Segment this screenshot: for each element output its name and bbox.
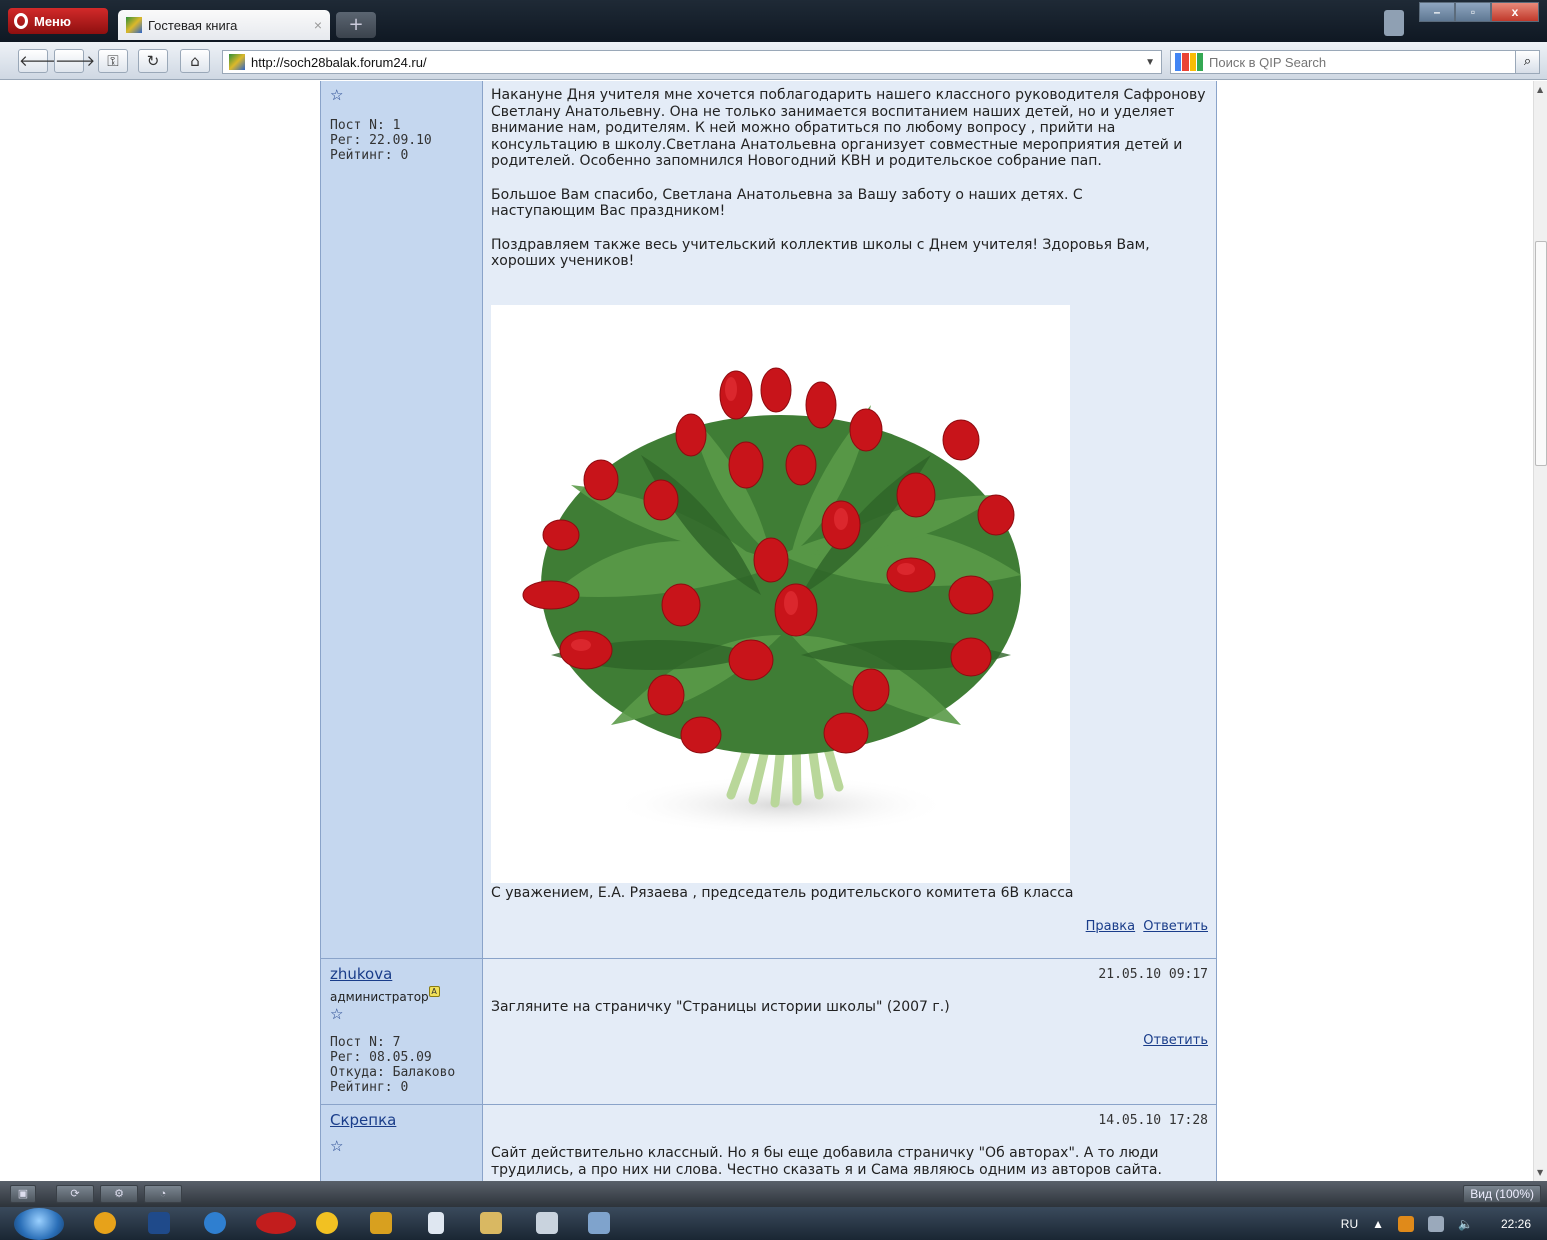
guestbook-post: ☆ Пост N: 1 Рег: 22.09.10 Рейтинг: 0 Нак… [321, 81, 1216, 959]
window-controls: – ▫ x [1419, 2, 1539, 22]
close-window-button[interactable]: x [1491, 2, 1539, 22]
minimize-button[interactable]: – [1419, 2, 1455, 22]
network-icon[interactable] [1428, 1215, 1445, 1232]
post-paragraph: Накануне Дня учителя мне хочется поблаго… [491, 87, 1206, 169]
system-tray: RU ▲ 🔈 22:26 [1341, 1207, 1537, 1240]
author-link[interactable]: Скрепка [330, 1111, 396, 1129]
reply-link[interactable]: Ответить [1143, 919, 1208, 934]
post-number: Пост N: 1 [330, 118, 401, 133]
turbo-icon[interactable]: ◔ [144, 1185, 182, 1203]
internet-explorer-icon[interactable] [204, 1212, 226, 1234]
guestbook-post: zhukova администратор A ☆ Пост N: 7 Рег: … [321, 959, 1216, 1105]
registration-date: Рег: 08.05.09 [330, 1050, 432, 1065]
post-actions: Правка Ответить [1082, 919, 1208, 934]
author-location: Откуда: Балаково [330, 1065, 456, 1080]
search-icon[interactable]: ⌕ [1515, 51, 1539, 73]
media-icon[interactable] [370, 1212, 392, 1234]
tab-title: Гостевая книга [148, 17, 238, 33]
author-link[interactable]: zhukova [330, 965, 392, 983]
notepad-icon[interactable] [428, 1212, 444, 1234]
post-text: Сайт действительно классный. Но я бы еще… [491, 1145, 1162, 1178]
search-box: ⌕ [1170, 50, 1540, 74]
chrome-icon[interactable] [316, 1212, 338, 1234]
vertical-scrollbar[interactable]: ▲ ▼ [1533, 81, 1547, 1181]
home-icon[interactable]: ⌂ [180, 49, 210, 73]
site-favicon-icon [229, 54, 245, 70]
post-text: Загляните на страничку "Страницы истории… [491, 999, 950, 1015]
back-icon[interactable]: 🡐 [18, 49, 59, 73]
edit-link[interactable]: Правка [1086, 919, 1135, 934]
author-role: администратор [330, 990, 429, 1004]
tray-expand-icon[interactable]: ▲ [1372, 1217, 1384, 1231]
unite-icon[interactable]: ⚙ [100, 1185, 138, 1203]
rating: Рейтинг: 0 [330, 148, 409, 163]
post-body: 21.05.10 09:17 Загляните на страничку "С… [483, 959, 1216, 1104]
browser-statusbar: ▣ ⟳ ⚙ ◔ Вид (100%) [0, 1181, 1547, 1207]
registration-date: Рег: 22.09.10 [330, 133, 432, 148]
app-icon[interactable] [536, 1212, 558, 1234]
post-paragraph: Поздравляем также весь учительский колле… [491, 236, 1150, 270]
opera-menu-button[interactable]: Меню [8, 8, 108, 34]
windows-taskbar: RU ▲ 🔈 22:26 [0, 1207, 1547, 1240]
scrollbar-thumb[interactable] [1535, 241, 1547, 466]
language-indicator[interactable]: RU [1341, 1217, 1358, 1231]
forward-icon[interactable]: 🡒 [54, 49, 95, 73]
rank-star-icon: ☆ [330, 1137, 344, 1155]
address-bar[interactable]: http://soch28balak.forum24.ru/ ▼ [222, 50, 1162, 74]
post-paragraph: Большое Вам спасибо, Светлана Анатольевн… [491, 186, 1083, 220]
navigation-bar: 🡐 🡒 ⚿ ↻ ⌂ http://soch28balak.forum24.ru/… [0, 42, 1547, 80]
app-icon[interactable] [588, 1212, 610, 1234]
post-author-column: ☆ Пост N: 1 Рег: 22.09.10 Рейтинг: 0 [321, 81, 483, 958]
photoshop-icon[interactable] [148, 1212, 170, 1234]
guestbook-post: Скрепка ☆ 14.05.10 17:28 Сайт действител… [321, 1105, 1216, 1181]
rating: Рейтинг: 0 [330, 1080, 409, 1095]
tulip-bouquet-drawing [522, 367, 1021, 835]
post-actions: Ответить [1139, 1033, 1208, 1048]
sync-icon[interactable]: ⟳ [56, 1185, 94, 1203]
volume-icon[interactable]: 🔈 [1458, 1217, 1473, 1231]
post-date: 21.05.10 09:17 [1098, 967, 1208, 982]
scroll-down-icon[interactable]: ▼ [1537, 1168, 1543, 1177]
zoom-control[interactable]: Вид (100%) [1463, 1185, 1541, 1203]
trash-icon[interactable] [1384, 10, 1404, 36]
tray-app-icon[interactable] [1398, 1215, 1415, 1232]
search-input[interactable] [1209, 54, 1509, 70]
post-date: 14.05.10 17:28 [1098, 1113, 1208, 1128]
opera-logo-icon [14, 13, 28, 29]
maximize-button[interactable]: ▫ [1455, 2, 1491, 22]
url-text: http://soch28balak.forum24.ru/ [251, 54, 427, 70]
browser-tab[interactable]: Гостевая книга × [118, 10, 330, 40]
explorer-folder-icon[interactable] [480, 1212, 502, 1234]
post-author-column: Скрепка ☆ [321, 1105, 483, 1181]
key-icon[interactable]: ⚿ [98, 49, 128, 73]
guestbook-table: ☆ Пост N: 1 Рег: 22.09.10 Рейтинг: 0 Нак… [320, 81, 1217, 1181]
scroll-up-icon[interactable]: ▲ [1537, 85, 1543, 94]
chevron-down-icon[interactable]: ▼ [1145, 57, 1155, 68]
rank-star-icon: ☆ [330, 86, 344, 104]
clock[interactable]: 22:26 [1501, 1217, 1531, 1231]
rank-star-icon: ☆ [330, 1005, 344, 1023]
favicon-icon [126, 17, 142, 33]
panel-toggle-icon[interactable]: ▣ [10, 1185, 36, 1203]
tab-close-button[interactable]: × [314, 17, 322, 33]
menu-label: Меню [34, 13, 72, 29]
post-signature: С уважением, Е.А. Рязаева , председатель… [491, 885, 1074, 901]
windows-start-icon[interactable] [14, 1208, 64, 1240]
post-body: 14.05.10 17:28 Сайт действительно классн… [483, 1105, 1216, 1181]
page-viewport: ☆ Пост N: 1 Рег: 22.09.10 Рейтинг: 0 Нак… [0, 81, 1533, 1181]
tulip-bouquet-image [491, 305, 1070, 883]
app-icon[interactable] [94, 1212, 116, 1234]
browser-titlebar: Меню Гостевая книга × + – ▫ x [0, 0, 1547, 42]
post-number: Пост N: 7 [330, 1035, 401, 1050]
post-author-column: zhukova администратор A ☆ Пост N: 7 Рег: … [321, 959, 483, 1104]
reload-icon[interactable]: ↻ [138, 49, 168, 73]
opera-taskbar-icon[interactable] [256, 1212, 296, 1234]
admin-badge-icon: A [428, 986, 440, 997]
new-tab-button[interactable]: + [336, 12, 376, 38]
search-engine-icon[interactable] [1175, 53, 1203, 71]
reply-link[interactable]: Ответить [1143, 1033, 1208, 1048]
